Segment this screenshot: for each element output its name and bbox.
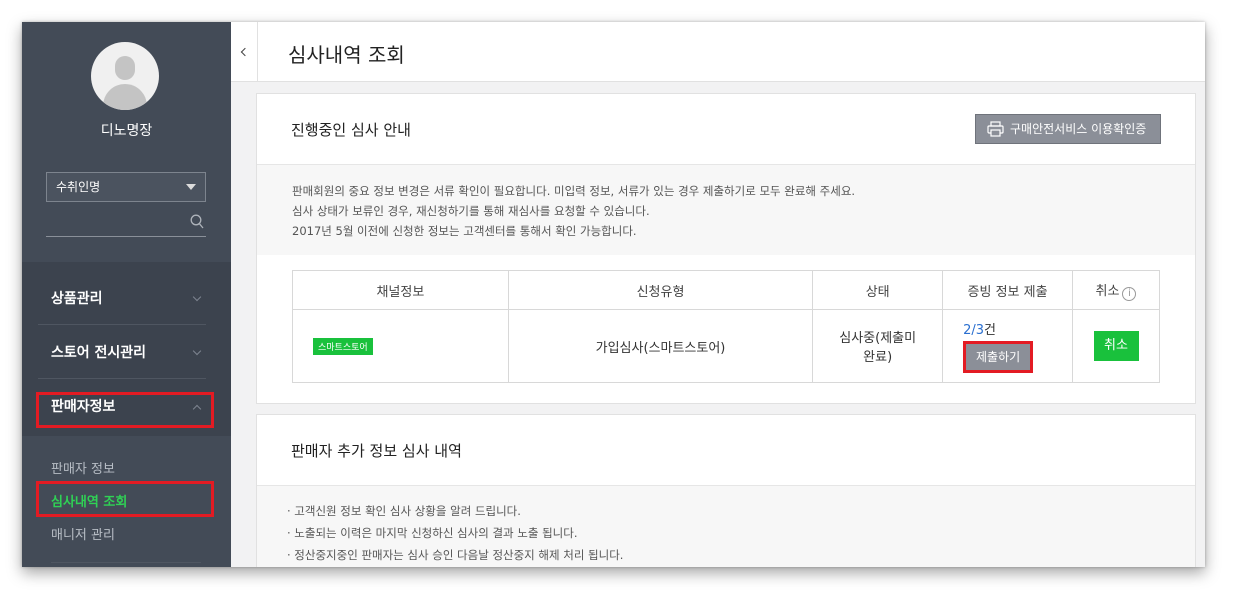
panel-title: 진행중인 심사 안내 [291,121,411,139]
search-type-value: 수취인명 [56,180,101,194]
extra-info-review-panel: 판매자 추가 정보 심사 내역 · 고객신원 정보 확인 심사 상황을 알려 드… [256,414,1196,567]
notice-line: · 고객신원 정보 확인 심사 상황을 알려 드립니다. [287,504,521,518]
safe-purchase-certificate-label: 구매안전서비스 이용확인증 [1010,122,1147,136]
avatar-body [103,84,147,110]
search-input[interactable] [46,236,206,237]
collapse-sidebar-button[interactable] [231,22,258,82]
info-icon[interactable]: i [1122,286,1137,301]
channel-cell: 스마트스토어 [292,309,509,383]
column-header: 채널정보 [292,270,509,310]
smartstore-badge: 스마트스토어 [313,337,373,355]
notice-line: 2017년 5월 이전에 신청한 정보는 고객센터를 통해서 확인 가능합니다. [292,224,637,238]
search-type-select[interactable]: 수취인명 [46,172,206,202]
table-row: 스마트스토어 가입심사(스마트스토어) 심사중(제출미 완료) 2/3건 제출하… [292,309,1160,383]
notice-box: 판매회원의 중요 정보 변경은 서류 확인이 필요합니다. 미입력 정보, 서류… [257,164,1195,255]
submenu-item-seller-info[interactable]: 판매자 정보 [51,458,115,477]
notice-line: 판매회원의 중요 정보 변경은 서류 확인이 필요합니다. 미입력 정보, 서류… [292,184,856,198]
proof-cell: 2/3건 제출하기 [942,309,1074,383]
sidebar: 디노명장 수취인명 상품관리 스토어 전시관리 판매자정보 판매자 정보 심사내… [22,22,231,567]
avatar-head [115,56,135,80]
sidebar-item-label: 상품관리 [51,291,103,307]
column-header: 신청유형 [507,270,814,310]
search-icon[interactable] [190,214,204,230]
chevron-down-icon [192,346,202,356]
notice-line: · 정산중지중인 판매자는 심사 승인 다음날 정산중지 해제 처리 됩니다. [287,548,624,562]
chevron-left-icon [240,47,250,57]
panel-title: 판매자 추가 정보 심사 내역 [291,442,462,460]
progress-review-panel: 진행중인 심사 안내 구매안전서비스 이용확인증 판매회원의 중요 정보 변경은… [256,93,1196,404]
sidebar-item-store-display[interactable]: 스토어 전시관리 [38,326,206,379]
status-text: 심사중(제출미 [839,331,917,346]
cancel-cell: 취소 [1072,309,1160,383]
proof-count-link[interactable]: 2/3 [963,323,984,338]
notice-line: · 노출되는 이력은 마지막 신청하신 심사의 결과 노출 됩니다. [287,526,578,540]
seller-name: 디노명장 [100,123,153,139]
notice-box: · 고객신원 정보 확인 심사 상황을 알려 드립니다. · 노출되는 이력은 … [257,485,1195,567]
sidebar-item-products[interactable]: 상품관리 [38,272,206,325]
page-title: 심사내역 조회 [288,43,405,67]
status-cell: 심사중(제출미 완료) [812,309,944,383]
divider [51,562,201,563]
avatar [91,42,159,110]
highlight-box [36,481,214,517]
notice-line: 심사 상태가 보류인 경우, 재신청하기를 통해 재심사를 요청할 수 있습니다… [292,204,650,218]
proof-count-suffix: 건 [984,323,996,338]
submit-button[interactable]: 제출하기 [966,344,1031,370]
column-header-cancel: 취소 i [1072,270,1160,310]
highlight-box [36,392,214,428]
chevron-down-icon [192,292,202,302]
column-header-label: 취소 [1095,283,1120,299]
column-header: 상태 [812,270,944,310]
safe-purchase-certificate-button[interactable]: 구매안전서비스 이용확인증 [975,114,1161,144]
table-header-row: 채널정보 신청유형 상태 증빙 정보 제출 취소 i [292,270,1160,310]
sidebar-item-label: 스토어 전시관리 [51,345,147,361]
caret-down-icon [186,184,196,190]
type-cell: 가입심사(스마트스토어) [507,309,814,383]
status-text: 완료) [863,350,893,365]
page-header: 심사내역 조회 [231,22,1205,82]
app-window: 디노명장 수취인명 상품관리 스토어 전시관리 판매자정보 판매자 정보 심사내… [22,22,1205,567]
column-header: 증빙 정보 제출 [942,270,1074,310]
submenu-item-manager[interactable]: 매니저 관리 [51,524,115,543]
highlight-box: 제출하기 [963,341,1034,373]
review-table: 채널정보 신청유형 상태 증빙 정보 제출 취소 i 스마트스토어 가입심사(스마… [292,270,1160,383]
cancel-button[interactable]: 취소 [1093,331,1139,361]
main-content: 심사내역 조회 진행중인 심사 안내 구매안전서비스 이용확인증 판매회원의 중… [231,22,1205,567]
printer-icon [987,121,1004,137]
